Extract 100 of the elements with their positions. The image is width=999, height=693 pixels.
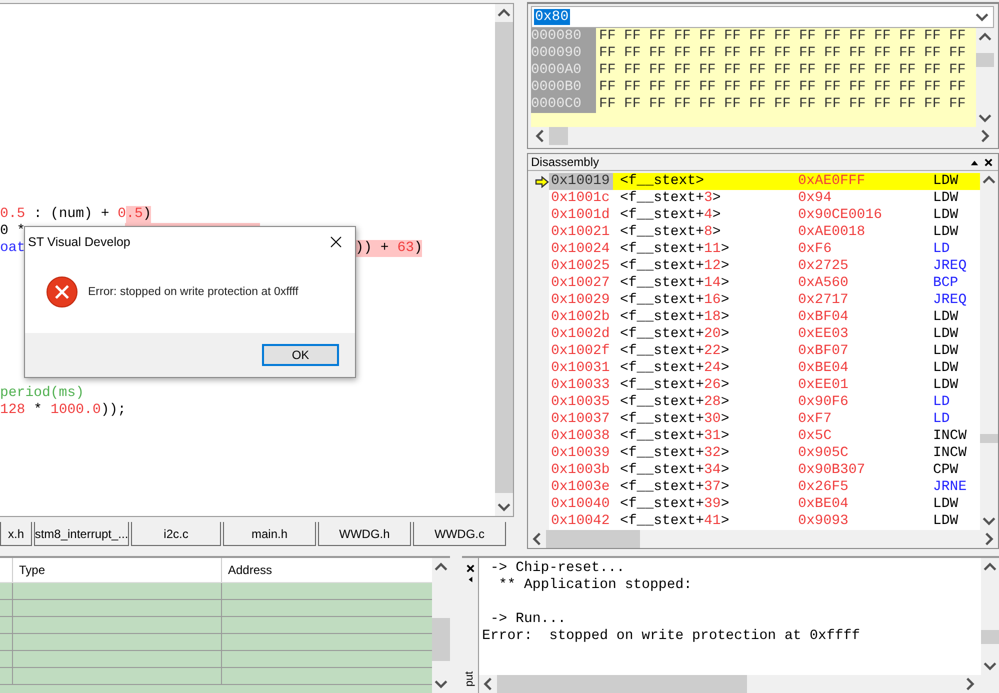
address-field[interactable]: 0x80 — [531, 6, 994, 28]
close-icon[interactable] — [466, 564, 474, 573]
opcode-cell-text: 0x90F6 — [798, 394, 850, 411]
hex-byte: FF — [674, 62, 692, 79]
opcode-cell-text: 0x26F5 — [798, 479, 850, 496]
opcode-cell-text: 0xBE04 — [798, 496, 850, 513]
hex-byte: FF — [949, 79, 967, 96]
scrollbar-thumb[interactable] — [549, 127, 568, 145]
hex-byte: FF — [774, 96, 792, 113]
hex-byte: FF — [724, 62, 742, 79]
hex-byte: FF — [599, 45, 617, 62]
mnemonic-cell: LDW — [933, 343, 958, 360]
hex-byte: FF — [649, 28, 667, 45]
hex-byte: FF — [924, 79, 942, 96]
symbol-cell-text: <f__stext+41> — [619, 513, 730, 530]
hex-byte: FF — [674, 45, 692, 62]
hex-byte: FF — [599, 28, 617, 45]
memory-address: 000080 — [531, 28, 582, 45]
hex-byte: FF — [699, 28, 717, 45]
file-tab[interactable]: WWDG.c — [413, 522, 506, 546]
mnemonic-cell: LD — [933, 411, 950, 428]
hex-byte: FF — [624, 28, 642, 45]
hex-byte: FF — [849, 45, 867, 62]
hex-byte: FF — [824, 45, 842, 62]
code-token: ) — [414, 240, 422, 257]
scrollbar-thumb[interactable] — [980, 434, 998, 444]
hex-byte: FF — [649, 62, 667, 79]
code-token: : (num) + — [32, 206, 110, 223]
hex-byte: FF — [849, 79, 867, 96]
error-message: Error: stopped on write protection at 0xffff — [88, 286, 298, 298]
file-tab[interactable]: main.h — [223, 522, 316, 546]
opcode-cell-text: 0xBE04 — [798, 360, 850, 377]
column-header[interactable]: Address — [222, 563, 272, 577]
output-line: ** Application stopped: — [498, 577, 694, 594]
hex-byte: FF — [799, 62, 817, 79]
scrollbar-thumb[interactable] — [981, 630, 999, 644]
mnemonic-cell: LDW — [933, 224, 958, 241]
hex-byte: FF — [799, 79, 817, 96]
close-icon[interactable] — [984, 158, 993, 166]
hex-byte: FF — [599, 96, 617, 113]
code-token: 1000.0 — [50, 402, 101, 419]
symbol-cell-text: <f__stext+8> — [619, 224, 722, 241]
output-line: -> Chip-reset... — [489, 560, 626, 577]
address-cell: 0x10038 — [549, 428, 613, 445]
file-tab[interactable]: WWDG.h — [318, 522, 411, 546]
mnemonic-cell: JREQ — [933, 258, 967, 275]
output-line: -> Run... — [489, 611, 568, 628]
code-token: 63 — [397, 240, 414, 257]
hex-byte: FF — [674, 96, 692, 113]
symbol-cell-text: <f__stext+34> — [619, 462, 730, 479]
hex-byte: FF — [924, 96, 942, 113]
symbol-cell-text: <f__stext+31> — [619, 428, 730, 445]
panel-tab[interactable]: put — [464, 671, 476, 687]
memory-address: 0000C0 — [531, 96, 582, 113]
symbol-cell-text: <f__stext+16> — [619, 292, 730, 309]
mnemonic-cell: LD — [933, 241, 950, 258]
address-cell: 0x1003b — [549, 462, 613, 479]
code-token: )); — [100, 402, 126, 419]
symbol-cell-text: <f__stext+20> — [619, 326, 730, 343]
hex-byte: FF — [624, 62, 642, 79]
hex-byte: FF — [749, 28, 767, 45]
hex-byte: FF — [724, 79, 742, 96]
mnemonic-cell: LDW — [933, 309, 958, 326]
opcode-cell-text: 0x90B307 — [798, 462, 866, 479]
hex-byte: FF — [949, 28, 967, 45]
hex-byte: FF — [624, 45, 642, 62]
symbol-cell-text: <f__stext+24> — [619, 360, 730, 377]
hex-byte: FF — [824, 62, 842, 79]
address-cell: 0x1001c — [549, 190, 613, 207]
hex-byte: FF — [724, 45, 742, 62]
scrollbar-thumb[interactable] — [976, 53, 994, 67]
hex-byte: FF — [924, 62, 942, 79]
code-token: oat — [0, 240, 26, 257]
symbol-cell-text: <f__stext> — [619, 173, 706, 190]
hex-byte: FF — [874, 79, 892, 96]
file-tab[interactable]: stm8_interrupt_... — [34, 522, 129, 546]
ok-button[interactable]: OK — [262, 344, 339, 366]
scrollbar-thumb[interactable] — [432, 618, 450, 661]
hex-byte: FF — [824, 79, 842, 96]
scrollbar-thumb[interactable] — [546, 530, 640, 548]
hex-byte: FF — [724, 96, 742, 113]
hex-byte: FF — [599, 62, 617, 79]
file-tab[interactable]: x.h — [0, 522, 32, 546]
address-cell: 0x10027 — [549, 275, 613, 292]
mnemonic-cell: LDW — [933, 513, 958, 530]
memory-address: 0000A0 — [531, 62, 582, 79]
scrollbar-thumb[interactable] — [497, 675, 747, 693]
symbol-cell-text: <f__stext+39> — [619, 496, 730, 513]
opcode-cell-text: 0xBF07 — [798, 343, 850, 360]
mnemonic-cell: LDW — [933, 496, 958, 513]
hex-byte: FF — [849, 96, 867, 113]
file-tab[interactable]: i2c.c — [131, 522, 221, 546]
hex-byte: FF — [924, 45, 942, 62]
hex-byte: FF — [849, 28, 867, 45]
symbol-cell-text: <f__stext+37> — [619, 479, 730, 496]
arrow-right-icon — [535, 176, 549, 188]
opcode-cell-text: 0xA560 — [798, 275, 850, 292]
column-header[interactable]: Type — [13, 558, 222, 582]
opcode-cell-text: 0xAE0018 — [798, 224, 866, 241]
address-cell: 0x1001d — [549, 207, 613, 224]
